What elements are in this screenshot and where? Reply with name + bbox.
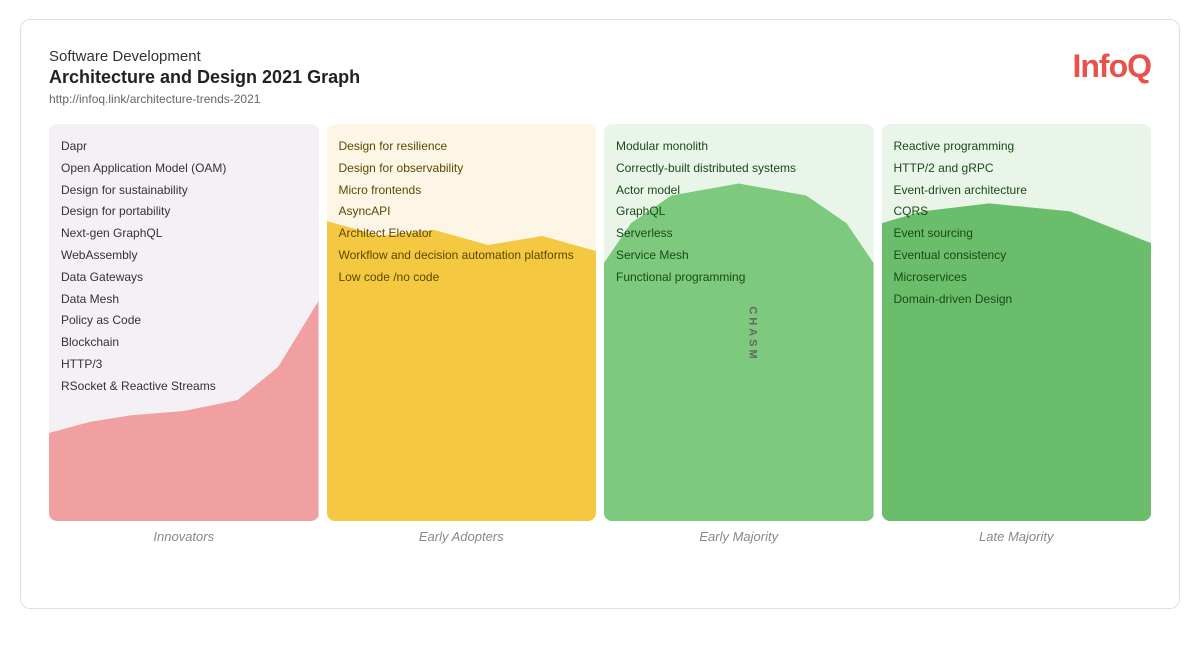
innovators-label: Innovators <box>49 529 319 544</box>
list-item: Data Gateways <box>61 269 307 286</box>
list-item: Service Mesh <box>616 247 862 264</box>
list-item: Domain-driven Design <box>894 291 1140 308</box>
list-item: Policy as Code <box>61 312 307 329</box>
early-majority-items: Modular monolith Correctly-built distribu… <box>604 124 874 300</box>
list-item: Data Mesh <box>61 291 307 308</box>
column-innovators: Dapr Open Application Model (OAM) Design f… <box>49 124 319 544</box>
list-item: GraphQL <box>616 203 862 220</box>
list-item: Event sourcing <box>894 225 1140 242</box>
header-url: http://infoq.link/architecture-trends-20… <box>49 92 1151 106</box>
list-item: Modular monolith <box>616 138 862 155</box>
list-item: CQRS <box>894 203 1140 220</box>
list-item: Event-driven architecture <box>894 182 1140 199</box>
list-item: Design for observability <box>339 160 585 177</box>
list-item: Design for portability <box>61 203 307 220</box>
list-item: HTTP/3 <box>61 356 307 373</box>
early-majority-label: Early Majority <box>604 529 874 544</box>
list-item: Functional programming <box>616 269 862 286</box>
list-item: Low code /no code <box>339 269 585 286</box>
list-item: Blockchain <box>61 334 307 351</box>
list-item: RSocket & Reactive Streams <box>61 378 307 395</box>
innovators-content: Dapr Open Application Model (OAM) Design f… <box>49 124 319 521</box>
early-adopters-content: Design for resilience Design for observab… <box>327 124 597 521</box>
early-adopters-label: Early Adopters <box>327 529 597 544</box>
late-majority-label: Late Majority <box>882 529 1152 544</box>
list-item: Architect Elevator <box>339 225 585 242</box>
logo-text2: Q <box>1127 48 1151 84</box>
chasm-label: CHASM <box>746 306 758 361</box>
header: Software Development Architecture and De… <box>49 48 1151 106</box>
list-item: Workflow and decision automation platfor… <box>339 247 585 264</box>
header-line1: Software Development <box>49 48 1151 65</box>
list-item: WebAssembly <box>61 247 307 264</box>
early-adopters-items: Design for resilience Design for observab… <box>327 124 597 300</box>
list-item: Serverless <box>616 225 862 242</box>
list-item: Microservices <box>894 269 1140 286</box>
list-item: Actor model <box>616 182 862 199</box>
column-early-majority: CHASM Modular monolith Correctly-built di… <box>604 124 874 544</box>
late-majority-items: Reactive programming HTTP/2 and gRPC Event… <box>882 124 1152 321</box>
infoq-logo: InfoQ <box>1072 48 1151 85</box>
header-line2: Architecture and Design 2021 Graph <box>49 67 1151 88</box>
list-item: AsyncAPI <box>339 203 585 220</box>
chart-container: Software Development Architecture and De… <box>20 19 1180 609</box>
list-item: Next-gen GraphQL <box>61 225 307 242</box>
column-early-adopters: Design for resilience Design for observab… <box>327 124 597 544</box>
list-item: Dapr <box>61 138 307 155</box>
list-item: Eventual consistency <box>894 247 1140 264</box>
column-late-majority: Reactive programming HTTP/2 and gRPC Event… <box>882 124 1152 544</box>
list-item: Reactive programming <box>894 138 1140 155</box>
list-item: HTTP/2 and gRPC <box>894 160 1140 177</box>
early-majority-content: Modular monolith Correctly-built distribu… <box>604 124 874 521</box>
innovators-items: Dapr Open Application Model (OAM) Design f… <box>49 124 319 409</box>
logo-text1: Info <box>1072 48 1127 84</box>
list-item: Open Application Model (OAM) <box>61 160 307 177</box>
list-item: Micro frontends <box>339 182 585 199</box>
late-majority-content: Reactive programming HTTP/2 and gRPC Event… <box>882 124 1152 521</box>
list-item: Design for resilience <box>339 138 585 155</box>
list-item: Correctly-built distributed systems <box>616 160 862 177</box>
list-item: Design for sustainability <box>61 182 307 199</box>
chart-area: Dapr Open Application Model (OAM) Design f… <box>49 124 1151 544</box>
